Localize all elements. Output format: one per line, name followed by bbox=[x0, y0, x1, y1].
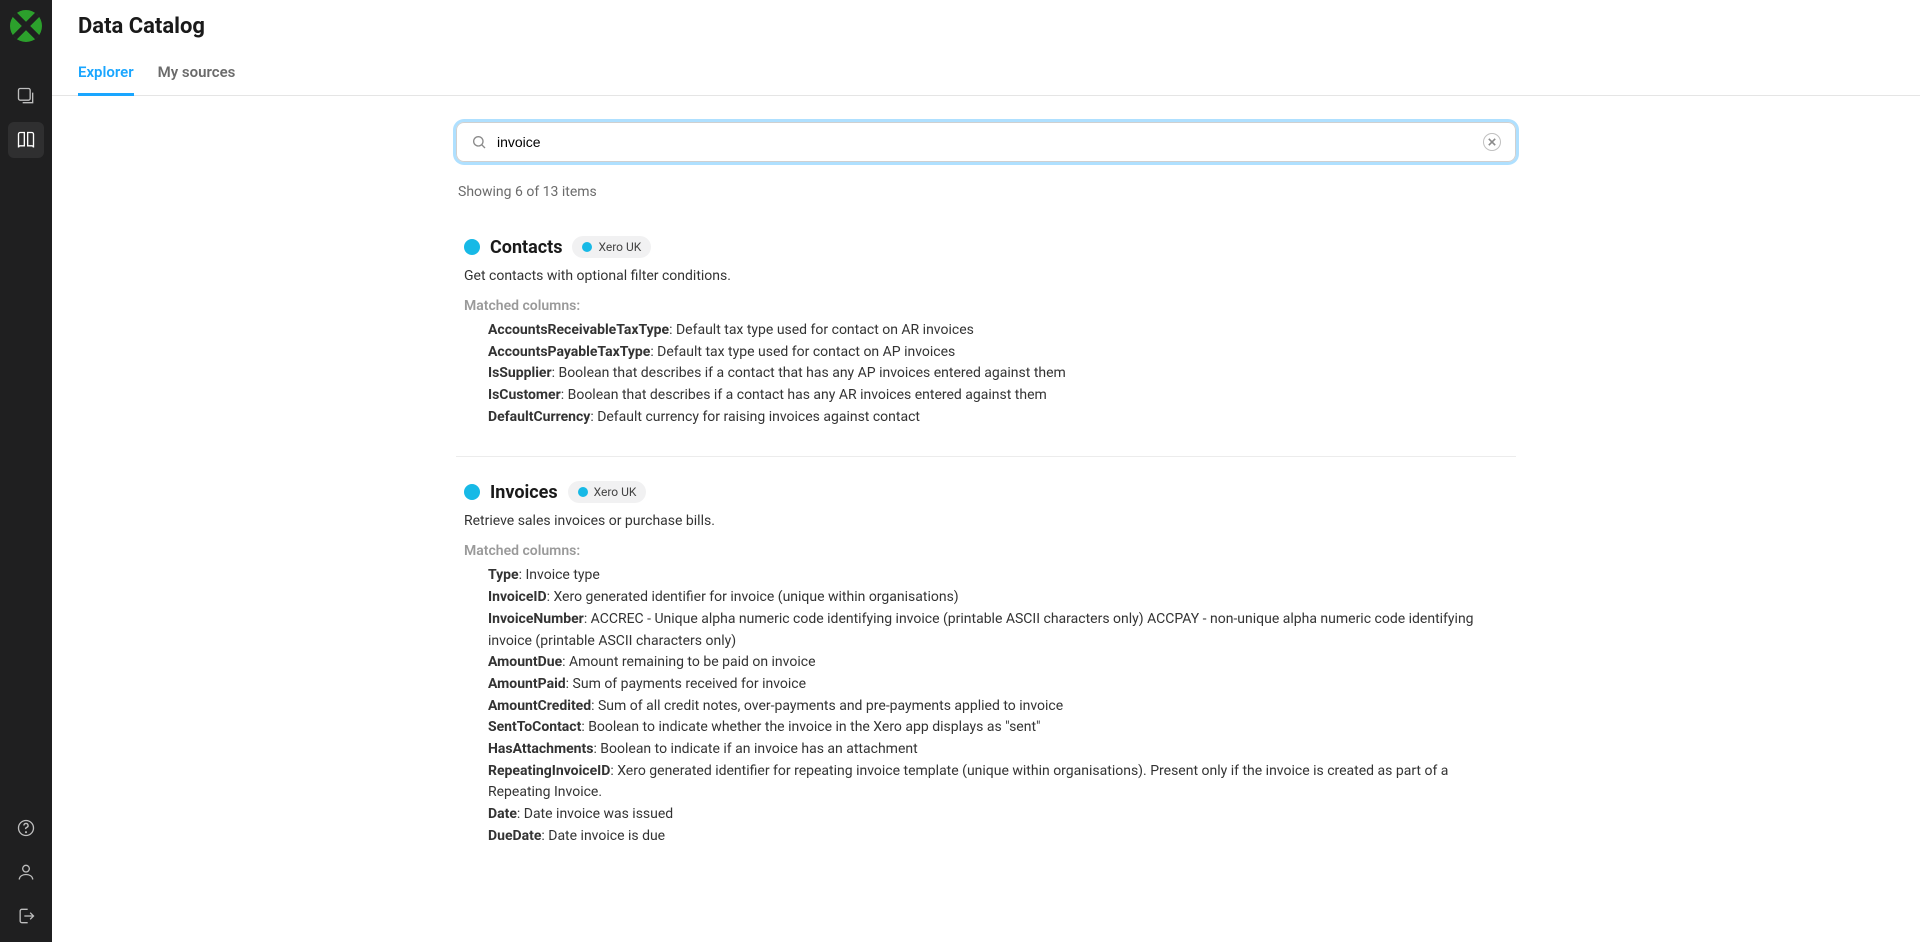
column-line: AmountDue: Amount remaining to be paid o… bbox=[488, 652, 1508, 674]
sidebar-account[interactable] bbox=[8, 854, 44, 890]
column-desc: : Date invoice was issued bbox=[517, 806, 673, 822]
close-icon bbox=[1488, 138, 1496, 146]
main-area: Data Catalog Explorer My sources Showing … bbox=[52, 0, 1920, 942]
help-circle-icon bbox=[16, 818, 36, 838]
result-count: Showing 6 of 13 items bbox=[458, 184, 1516, 200]
column-line: HasAttachments: Boolean to indicate if a… bbox=[488, 739, 1508, 761]
user-icon bbox=[16, 862, 36, 882]
entries-list: Contacts Xero UK Get contacts with optiona… bbox=[456, 230, 1516, 875]
column-name: InvoiceID bbox=[488, 589, 547, 605]
catalog-entry[interactable]: Invoices Xero UK Retrieve sales invoices o… bbox=[456, 456, 1516, 875]
sidebar-help[interactable] bbox=[8, 810, 44, 846]
column-list: Type: Invoice typeInvoiceID: Xero genera… bbox=[464, 565, 1508, 847]
column-desc: : Boolean that describes if a contact ha… bbox=[561, 387, 1047, 403]
column-desc: : Date invoice is due bbox=[541, 828, 665, 844]
column-desc: : Sum of all credit notes, over-payments… bbox=[591, 698, 1063, 714]
book-open-icon bbox=[16, 130, 36, 150]
column-name: DefaultCurrency bbox=[488, 409, 590, 425]
column-desc: : Boolean that describes if a contact th… bbox=[552, 365, 1066, 381]
sidebar-nav-item-catalog[interactable] bbox=[8, 122, 44, 158]
source-mini-dot-icon bbox=[582, 242, 592, 252]
column-name: Date bbox=[488, 806, 517, 822]
tabs: Explorer My sources bbox=[52, 53, 1920, 96]
column-line: RepeatingInvoiceID: Xero generated ident… bbox=[488, 761, 1508, 804]
source-dot-icon bbox=[464, 484, 480, 500]
column-desc: : Boolean to indicate if an invoice has … bbox=[593, 741, 917, 757]
tab-explorer[interactable]: Explorer bbox=[78, 53, 134, 96]
source-mini-dot-icon bbox=[578, 487, 588, 497]
column-line: SentToContact: Boolean to indicate wheth… bbox=[488, 717, 1508, 739]
column-line: AmountCredited: Sum of all credit notes,… bbox=[488, 696, 1508, 718]
column-desc: : Sum of payments received for invoice bbox=[566, 676, 806, 692]
column-name: AmountDue bbox=[488, 654, 562, 670]
entry-header: Contacts Xero UK bbox=[464, 236, 1508, 258]
column-name: AccountsReceivableTaxType bbox=[488, 322, 669, 338]
entry-title: Contacts bbox=[490, 237, 562, 258]
column-desc: : Xero generated identifier for invoice … bbox=[547, 589, 959, 605]
column-name: RepeatingInvoiceID bbox=[488, 763, 610, 779]
column-name: IsCustomer bbox=[488, 387, 561, 403]
column-line: Type: Invoice type bbox=[488, 565, 1508, 587]
column-desc: : Default currency for raising invoices … bbox=[590, 409, 920, 425]
column-name: DueDate bbox=[488, 828, 541, 844]
source-dot-icon bbox=[464, 239, 480, 255]
tab-my-sources[interactable]: My sources bbox=[158, 53, 236, 96]
column-line: DefaultCurrency: Default currency for ra… bbox=[488, 407, 1508, 429]
sidebar-logout[interactable] bbox=[8, 898, 44, 934]
column-desc: : Amount remaining to be paid on invoice bbox=[562, 654, 815, 670]
layers-icon bbox=[16, 86, 36, 106]
column-name: AmountPaid bbox=[488, 676, 566, 692]
source-name: Xero UK bbox=[594, 485, 637, 499]
column-line: InvoiceID: Xero generated identifier for… bbox=[488, 587, 1508, 609]
header: Data Catalog bbox=[52, 0, 1920, 39]
column-line: AccountsReceivableTaxType: Default tax t… bbox=[488, 320, 1508, 342]
column-name: AccountsPayableTaxType bbox=[488, 344, 650, 360]
entry-description: Retrieve sales invoices or purchase bill… bbox=[464, 513, 1508, 529]
column-name: HasAttachments bbox=[488, 741, 593, 757]
column-name: IsSupplier bbox=[488, 365, 552, 381]
entry-header: Invoices Xero UK bbox=[464, 481, 1508, 503]
column-line: Date: Date invoice was issued bbox=[488, 804, 1508, 826]
source-name: Xero UK bbox=[598, 240, 641, 254]
content: Showing 6 of 13 items Contacts Xero UK Get… bbox=[446, 96, 1526, 915]
logout-icon bbox=[16, 906, 36, 926]
sidebar bbox=[0, 0, 52, 942]
column-name: AmountCredited bbox=[488, 698, 591, 714]
column-line: AccountsPayableTaxType: Default tax type… bbox=[488, 342, 1508, 364]
matched-columns-label: Matched columns: bbox=[464, 543, 1508, 559]
column-list: AccountsReceivableTaxType: Default tax t… bbox=[464, 320, 1508, 428]
column-desc: : ACCREC - Unique alpha numeric code ide… bbox=[488, 611, 1474, 649]
entry-title: Invoices bbox=[490, 482, 558, 503]
app-logo-icon bbox=[10, 10, 42, 42]
entry-description: Get contacts with optional filter condit… bbox=[464, 268, 1508, 284]
source-badge[interactable]: Xero UK bbox=[568, 481, 647, 503]
page-title: Data Catalog bbox=[78, 14, 1894, 39]
column-name: SentToContact bbox=[488, 719, 581, 735]
search-wrap[interactable] bbox=[456, 122, 1516, 162]
clear-search-button[interactable] bbox=[1483, 133, 1501, 151]
column-desc: : Default tax type used for contact on A… bbox=[669, 322, 974, 338]
column-line: IsSupplier: Boolean that describes if a … bbox=[488, 363, 1508, 385]
catalog-entry[interactable]: Contacts Xero UK Get contacts with optiona… bbox=[456, 230, 1516, 456]
search-icon bbox=[471, 134, 487, 150]
column-line: IsCustomer: Boolean that describes if a … bbox=[488, 385, 1508, 407]
column-name: InvoiceNumber bbox=[488, 611, 584, 627]
column-line: InvoiceNumber: ACCREC - Unique alpha num… bbox=[488, 609, 1508, 652]
column-desc: : Boolean to indicate whether the invoic… bbox=[581, 719, 1040, 735]
column-desc: : Default tax type used for contact on A… bbox=[650, 344, 955, 360]
column-line: AmountPaid: Sum of payments received for… bbox=[488, 674, 1508, 696]
column-desc: : Xero generated identifier for repeatin… bbox=[488, 763, 1448, 801]
search-input[interactable] bbox=[497, 134, 1483, 150]
column-name: Type bbox=[488, 567, 519, 583]
column-desc: : Invoice type bbox=[519, 567, 600, 583]
source-badge[interactable]: Xero UK bbox=[572, 236, 651, 258]
column-line: DueDate: Date invoice is due bbox=[488, 826, 1508, 848]
matched-columns-label: Matched columns: bbox=[464, 298, 1508, 314]
sidebar-nav-item-1[interactable] bbox=[8, 78, 44, 114]
